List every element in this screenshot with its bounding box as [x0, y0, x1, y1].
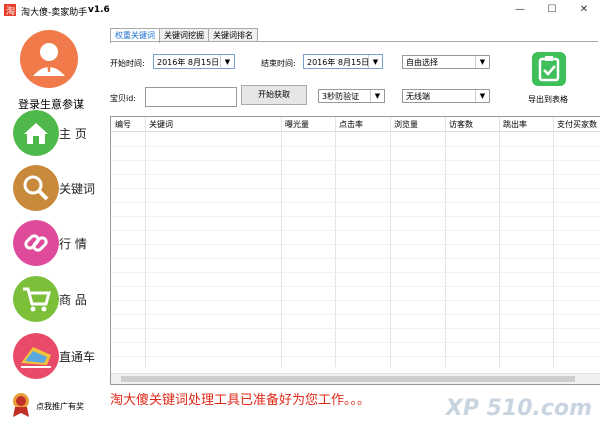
verify-select-value: 3秒防验证	[322, 92, 360, 101]
grid-row-line	[111, 300, 600, 301]
col-header[interactable]: 点击率	[339, 119, 363, 130]
version-label: v1.6	[88, 5, 110, 15]
col-header[interactable]: 曝光量	[285, 119, 309, 130]
scrollbar-thumb[interactable]	[121, 376, 575, 382]
start-date-value: 2016年 8月15日	[157, 58, 220, 67]
grid-row-line	[111, 188, 600, 189]
item-id-input[interactable]	[145, 87, 237, 107]
start-time-label: 开始时间:	[110, 59, 145, 68]
main-panel: 权重关键词 关键词挖掘 关键词排名 开始时间: 2016年 8月15日 ▼ 结束…	[108, 22, 600, 425]
col-header[interactable]: 浏览量	[394, 119, 418, 130]
grid-row-line	[111, 160, 600, 161]
minimize-button[interactable]: —	[512, 3, 528, 17]
tab-keyword-ranking[interactable]: 关键词排名	[208, 28, 258, 42]
export-label: 导出到表格	[528, 95, 568, 104]
nav-item-ztc[interactable]: 直通车	[13, 333, 108, 379]
grid-row-line	[111, 286, 600, 287]
end-time-label: 结束时间:	[261, 59, 296, 68]
start-fetch-button[interactable]: 开始获取	[241, 85, 307, 105]
award-icon	[13, 393, 29, 417]
user-avatar-icon	[20, 30, 78, 88]
export-button[interactable]: 导出到表格	[522, 50, 582, 106]
login-button[interactable]: 登录生意参谋	[0, 28, 108, 111]
item-id-label: 宝贝id:	[110, 94, 136, 103]
col-header[interactable]: 跳出率	[503, 119, 527, 130]
grid-row-line	[111, 258, 600, 259]
nav-label-home: 主 页	[59, 127, 87, 141]
chevron-down-icon: ▼	[475, 90, 489, 102]
grid-column-line	[335, 117, 336, 367]
grid-row-line	[111, 174, 600, 175]
col-header[interactable]: 编号	[115, 119, 131, 130]
start-date-picker[interactable]: 2016年 8月15日 ▼	[153, 54, 235, 69]
app-logo-icon: 淘	[4, 4, 16, 16]
promo-label: 点我推广有奖	[36, 402, 84, 411]
grid-row-line	[111, 216, 600, 217]
grid-column-line	[390, 117, 391, 367]
grid-row-line	[111, 272, 600, 273]
nav-label-market: 行 情	[59, 237, 87, 251]
grid-column-line	[445, 117, 446, 367]
watermark-logo: XP 510.com	[445, 396, 592, 421]
data-grid[interactable]: 编号 关键词 曝光量 点击率 浏览量 访客数 跳出率 支付买家数	[110, 116, 600, 385]
chevron-down-icon: ▼	[475, 56, 489, 68]
end-date-value: 2016年 8月15日	[307, 58, 370, 67]
title-bar: 淘 淘大傻-卖家助手 v1.6 — ☐ ✕	[0, 0, 600, 22]
chevron-down-icon: ▼	[370, 90, 384, 102]
col-header[interactable]: 关键词	[149, 119, 173, 130]
promo-link[interactable]: 点我推广有奖	[8, 392, 108, 422]
device-select[interactable]: 无线端 ▼	[402, 89, 490, 103]
svg-text:淘: 淘	[6, 5, 15, 16]
horizontal-scrollbar[interactable]	[111, 373, 600, 384]
grid-row-line	[111, 314, 600, 315]
mode-select[interactable]: 自由选择 ▼	[402, 55, 490, 69]
link-icon	[13, 220, 59, 266]
grid-row-line	[111, 356, 600, 357]
status-message: 淘大傻关键词处理工具已准备好为您工作。。。	[110, 393, 371, 408]
verify-select[interactable]: 3秒防验证 ▼	[318, 89, 385, 103]
chevron-down-icon: ▼	[368, 55, 382, 68]
tab-panel-border	[110, 41, 598, 42]
nav-item-keywords[interactable]: 关键词	[13, 165, 108, 211]
sidebar: 登录生意参谋 主 页 关键词 行 情 商 品 直通车 点我推广有奖	[0, 22, 108, 425]
grid-column-line	[281, 117, 282, 367]
mode-select-value: 自由选择	[406, 58, 438, 67]
tab-keyword-mining[interactable]: 关键词挖掘	[159, 28, 209, 42]
grid-row-line	[111, 342, 600, 343]
grid-column-line	[499, 117, 500, 367]
grid-header: 编号 关键词 曝光量 点击率 浏览量 访客数 跳出率 支付买家数	[111, 117, 600, 132]
end-date-picker[interactable]: 2016年 8月15日 ▼	[303, 54, 383, 69]
grid-row-line	[111, 244, 600, 245]
device-select-value: 无线端	[406, 92, 430, 101]
nav-label-products: 商 品	[59, 293, 87, 307]
col-header[interactable]: 访客数	[449, 119, 473, 130]
grid-row-line	[111, 146, 600, 147]
nav-item-products[interactable]: 商 品	[13, 276, 108, 322]
chevron-down-icon: ▼	[220, 55, 234, 68]
close-button[interactable]: ✕	[576, 3, 592, 17]
train-icon	[13, 333, 59, 379]
nav-label-keywords: 关键词	[59, 182, 96, 196]
nav-item-home[interactable]: 主 页	[13, 110, 108, 156]
search-icon	[13, 165, 59, 211]
window-title: 淘大傻-卖家助手	[21, 8, 88, 18]
nav-item-market[interactable]: 行 情	[13, 220, 108, 266]
grid-column-line	[553, 117, 554, 367]
grid-row-line	[111, 230, 600, 231]
grid-row-line	[111, 328, 600, 329]
col-header[interactable]: 支付买家数	[557, 119, 597, 130]
clipboard-check-icon	[532, 52, 566, 86]
maximize-button[interactable]: ☐	[544, 3, 560, 17]
home-icon	[13, 110, 59, 156]
grid-column-line	[145, 117, 146, 367]
cart-icon	[13, 276, 59, 322]
nav-label-ztc: 直通车	[59, 350, 96, 364]
grid-row-line	[111, 202, 600, 203]
